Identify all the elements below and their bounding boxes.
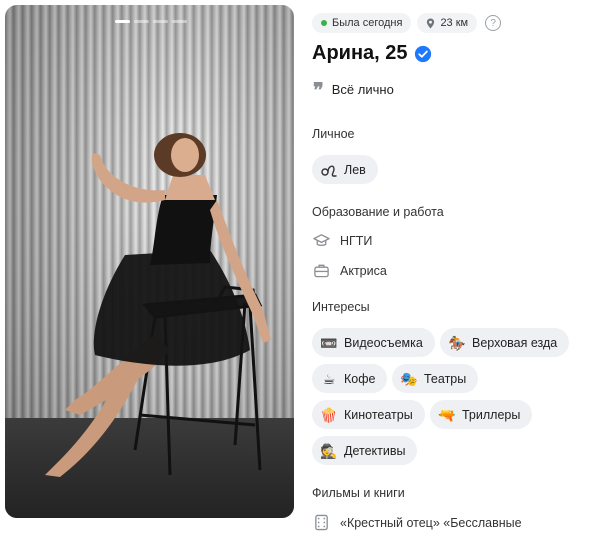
face xyxy=(171,138,199,172)
help-icon[interactable]: ? xyxy=(485,15,502,31)
job-label: Актриса xyxy=(340,263,387,278)
education-label: НГТИ xyxy=(340,233,373,248)
water-pistol-icon: 🔫 xyxy=(438,406,456,423)
pagination-dot[interactable] xyxy=(172,20,187,23)
chip-interest-label: Кинотеатры xyxy=(344,407,413,422)
online-status-badge: Была сегодня xyxy=(312,13,412,33)
popcorn-icon: 🍿 xyxy=(320,406,338,423)
graduation-cap-icon xyxy=(313,234,330,247)
verified-badge-icon xyxy=(414,45,431,62)
briefcase-icon xyxy=(314,264,329,278)
section-title-interests: Интересы xyxy=(312,300,370,314)
chip-interest-label: Видеосъемка xyxy=(344,335,423,350)
profile-bio: ❞ Всё лично xyxy=(313,77,394,102)
chip-zodiac[interactable]: Лев xyxy=(312,155,378,184)
distance-label: 23 км xyxy=(440,17,469,29)
chip-zodiac-label: Лев xyxy=(344,162,366,177)
profile-header: Арина, 25 xyxy=(312,42,432,65)
leo-icon xyxy=(321,164,337,177)
chip-interest[interactable]: 🏇 Верховая езда xyxy=(440,328,570,357)
profile-name-age: Арина, 25 xyxy=(312,42,408,64)
chip-interest-label: Верховая езда xyxy=(472,335,558,350)
chip-interest[interactable]: 📼 Видеосъемка xyxy=(312,328,435,357)
chip-interest[interactable]: 🕵 Детективы xyxy=(312,436,418,465)
chip-interest-label: Триллеры xyxy=(462,407,521,422)
theater-masks-icon: 🎭 xyxy=(400,370,418,387)
bio-text: Всё лично xyxy=(331,82,394,97)
section-title-education: Образование и работа xyxy=(312,205,444,219)
status-bar: Была сегодня 23 км ? xyxy=(312,13,502,33)
job-row: Актриса xyxy=(313,262,387,279)
chest xyxy=(165,175,215,200)
films-label: «Крестный отец» «Бесславные xyxy=(340,515,522,530)
online-dot-icon xyxy=(321,20,327,26)
section-title-personal: Личное xyxy=(312,127,355,141)
coffee-icon: ☕ xyxy=(322,370,336,387)
quote-icon: ❞ xyxy=(313,77,324,102)
chip-interest[interactable]: 🍿 Кинотеатры xyxy=(312,400,425,429)
chip-interest[interactable]: 🔫 Триллеры xyxy=(430,400,533,429)
distance-badge: 23 км xyxy=(417,13,478,33)
section-title-films: Фильмы и книги xyxy=(312,486,405,500)
pagination-dot[interactable] xyxy=(153,20,168,23)
profile-photo[interactable] xyxy=(5,5,294,518)
education-row: НГТИ xyxy=(313,232,372,249)
chip-interest-label: Детективы xyxy=(344,443,406,458)
chip-interest[interactable]: 🎭 Театры xyxy=(392,364,479,393)
film-strip-icon xyxy=(315,514,328,531)
videotape-icon: 📼 xyxy=(320,334,338,351)
pagination-dot[interactable] xyxy=(134,20,149,23)
detective-icon: 🕵 xyxy=(320,442,338,459)
horse-riding-icon: 🏇 xyxy=(448,334,466,351)
online-status-label: Была сегодня xyxy=(332,17,403,29)
location-pin-icon xyxy=(427,18,435,28)
left-arm xyxy=(91,153,165,203)
photo-pagination[interactable] xyxy=(115,20,187,23)
dancer-figure xyxy=(45,133,271,477)
chip-interest-label: Кофе xyxy=(344,371,376,386)
chip-interest[interactable]: ☕ Кофе xyxy=(312,364,388,393)
chip-interest-label: Театры xyxy=(424,371,467,386)
pagination-dot-active[interactable] xyxy=(115,20,130,23)
skirt xyxy=(93,250,250,366)
dress-top xyxy=(150,195,217,265)
films-row: «Крестный отец» «Бесславные xyxy=(313,514,522,531)
